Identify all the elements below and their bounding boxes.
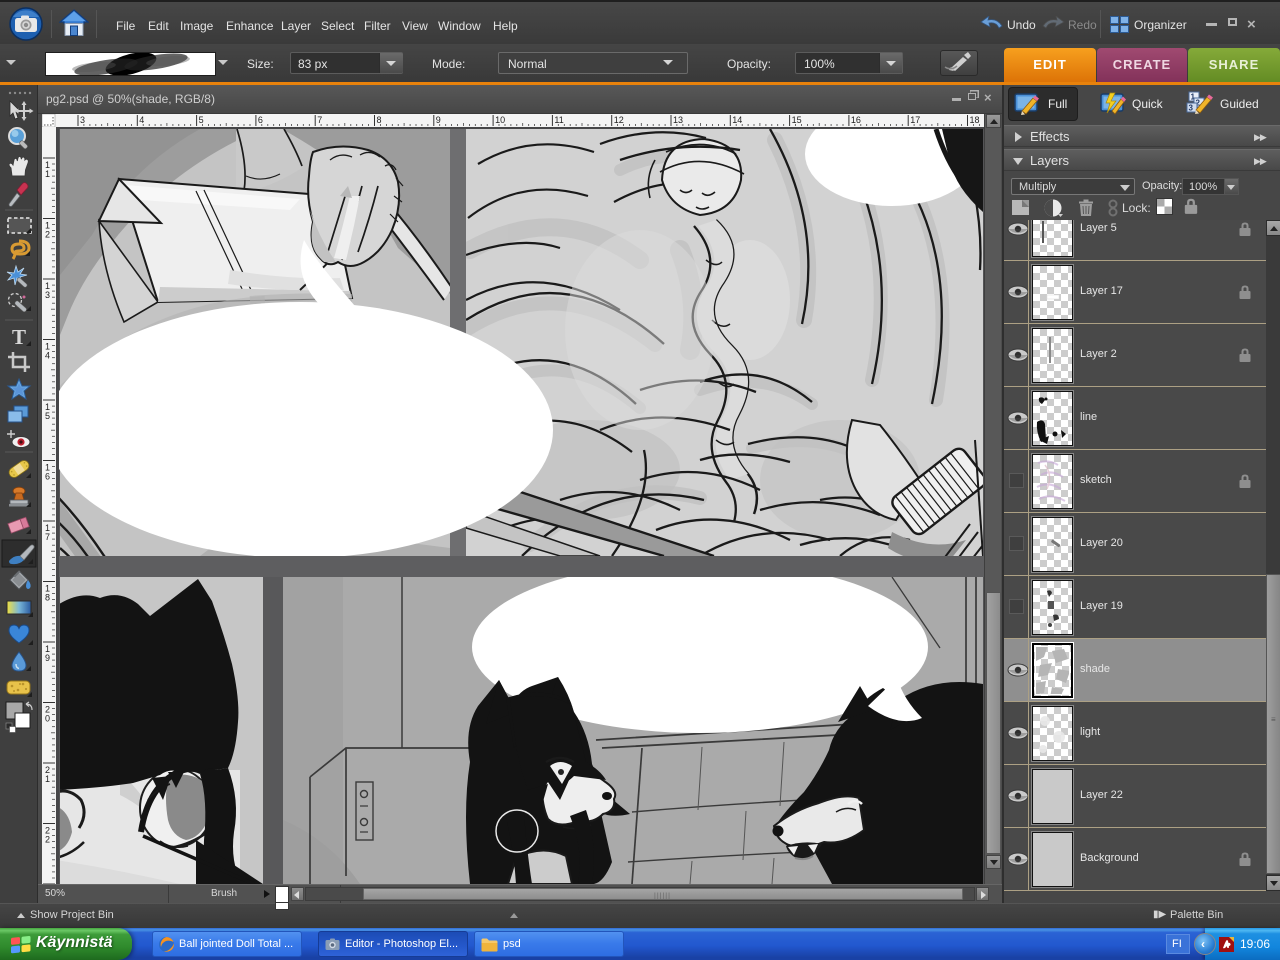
svg-text:13: 13 xyxy=(673,115,683,125)
svg-text:5: 5 xyxy=(45,411,50,421)
svg-text:14: 14 xyxy=(732,115,742,125)
svg-text:11: 11 xyxy=(554,115,563,125)
svg-text:2: 2 xyxy=(45,835,50,845)
svg-text:7: 7 xyxy=(45,532,50,542)
svg-text:3: 3 xyxy=(1189,104,1194,113)
svg-text:1: 1 xyxy=(45,169,50,179)
svg-text:15: 15 xyxy=(792,115,802,125)
svg-text:5: 5 xyxy=(199,115,204,125)
svg-text:4: 4 xyxy=(45,351,50,361)
svg-text:3: 3 xyxy=(80,115,85,125)
svg-text:10: 10 xyxy=(495,115,505,125)
svg-text:T: T xyxy=(12,325,26,349)
svg-text:4: 4 xyxy=(139,115,144,125)
svg-text:8: 8 xyxy=(45,593,50,603)
svg-text:6: 6 xyxy=(45,472,50,482)
svg-text:9: 9 xyxy=(45,653,50,663)
svg-text:3: 3 xyxy=(45,290,50,300)
svg-text:8: 8 xyxy=(377,115,382,125)
svg-text:6: 6 xyxy=(258,115,263,125)
svg-text:9: 9 xyxy=(436,115,441,125)
svg-text:17: 17 xyxy=(910,115,920,125)
svg-text:1: 1 xyxy=(45,774,50,784)
svg-text:18: 18 xyxy=(970,115,980,125)
svg-text:12: 12 xyxy=(614,115,624,125)
svg-text:7: 7 xyxy=(317,115,322,125)
svg-text:0: 0 xyxy=(45,714,50,724)
svg-text:2: 2 xyxy=(45,230,50,240)
svg-text:16: 16 xyxy=(851,115,861,125)
